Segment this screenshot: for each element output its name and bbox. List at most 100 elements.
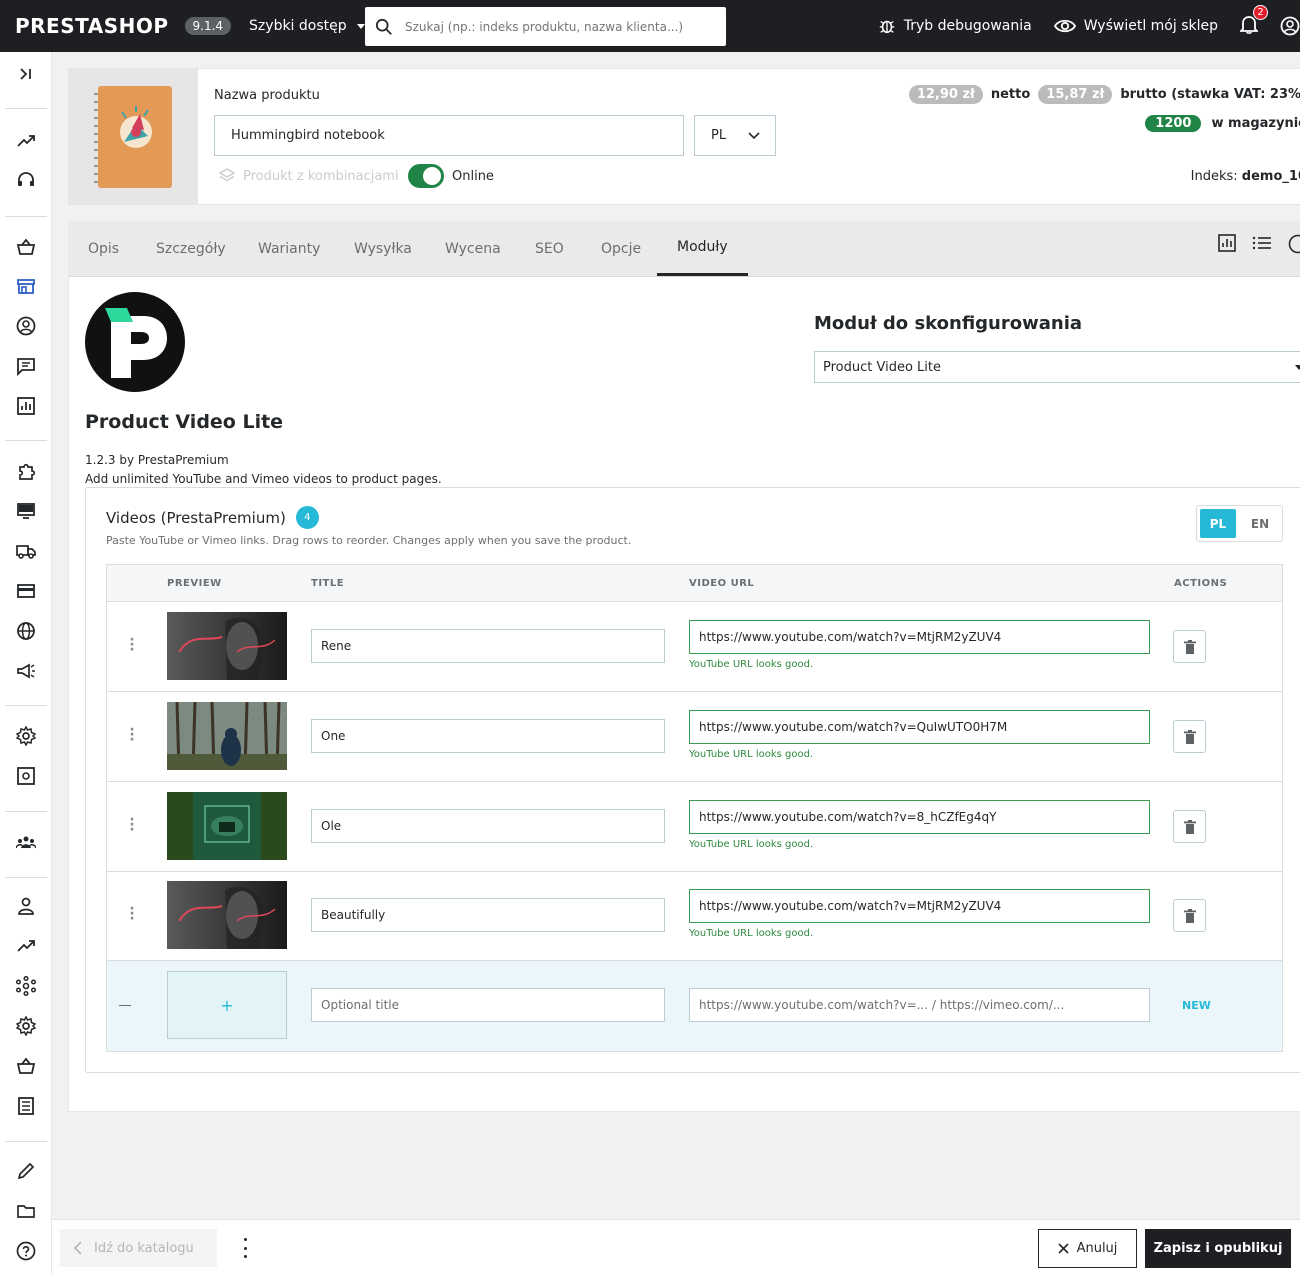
video-title-input[interactable]: One — [311, 719, 665, 753]
credit-card-icon[interactable] — [14, 579, 38, 603]
tab-wysylka[interactable]: Wysyłka — [354, 221, 412, 276]
video-url-input[interactable]: https://www.youtube.com/watch?v=MtjRM2yZ… — [689, 620, 1150, 654]
search-box[interactable] — [365, 7, 726, 46]
delete-button[interactable] — [1173, 899, 1206, 932]
delete-button[interactable] — [1173, 720, 1206, 753]
search-input[interactable] — [405, 19, 705, 34]
quick-access-menu[interactable]: Szybki dostęp — [249, 18, 365, 34]
language-select[interactable]: PL — [694, 115, 776, 156]
back-to-catalog-label: Idź do katalogu — [94, 1240, 194, 1256]
video-thumbnail[interactable] — [167, 702, 287, 770]
tab-szczegoly[interactable]: Szczegóły — [156, 221, 226, 276]
expand-sidebar-icon[interactable] — [14, 62, 38, 86]
trending-up-icon[interactable] — [14, 129, 38, 153]
view-shop-button[interactable]: Wyświetl mój sklep — [1053, 18, 1218, 34]
network-icon[interactable] — [14, 974, 38, 998]
person-icon[interactable] — [14, 894, 38, 918]
tab-opis[interactable]: Opis — [88, 221, 119, 276]
store-icon[interactable] — [14, 274, 38, 298]
video-title-input[interactable]: Beautifully — [311, 898, 665, 932]
column-url: VIDEO URL — [689, 578, 755, 589]
url-status: YouTube URL looks good. — [689, 839, 814, 850]
tab-opcje[interactable]: Opcje — [601, 221, 641, 276]
reference-label: Indeks: — [1190, 169, 1238, 184]
drag-handle-icon[interactable]: · · · — [127, 723, 137, 747]
stats-icon[interactable] — [1218, 234, 1236, 252]
search-icon — [375, 18, 392, 35]
settings-icon[interactable] — [14, 1014, 38, 1038]
configure-module-select[interactable]: Product Video Lite — [814, 351, 1300, 383]
video-thumbnail[interactable] — [167, 881, 287, 949]
product-image[interactable] — [69, 69, 198, 204]
support-icon[interactable] — [14, 169, 38, 193]
truck-icon[interactable] — [14, 539, 38, 563]
url-status: YouTube URL looks good. — [689, 659, 814, 670]
module-description: Add unlimited YouTube and Vimeo videos t… — [85, 472, 442, 486]
list-icon[interactable] — [1252, 234, 1272, 252]
video-title-input[interactable]: Rene — [311, 629, 665, 663]
advanced-settings-icon[interactable] — [14, 764, 38, 788]
back-to-catalog-button[interactable]: Idź do katalogu — [60, 1229, 217, 1267]
video-title-input[interactable]: Ole — [311, 809, 665, 843]
tab-moduly[interactable]: Moduły — [657, 221, 748, 276]
combinations-toggle[interactable]: Produkt z kombinacjami — [219, 168, 399, 184]
debug-mode-label: Tryb debugowania — [903, 18, 1032, 34]
chevron-down-icon — [356, 23, 365, 29]
cancel-button[interactable]: Anuluj — [1038, 1229, 1137, 1268]
monitor-icon[interactable] — [14, 499, 38, 523]
add-preview-button[interactable]: + — [167, 971, 287, 1039]
basket-icon[interactable] — [14, 1054, 38, 1078]
language-value: PL — [711, 128, 727, 143]
price-summary: 12,90 zł netto 15,87 zł brutto (stawka V… — [908, 85, 1300, 104]
video-thumbnail[interactable] — [167, 612, 287, 680]
online-toggle[interactable] — [408, 164, 444, 188]
delete-button[interactable] — [1173, 630, 1206, 663]
settings-icon[interactable] — [14, 724, 38, 748]
trending-up-icon[interactable] — [14, 934, 38, 958]
stock-badge: 1200 — [1145, 115, 1202, 132]
video-url-input[interactable]: https://www.youtube.com/watch?v=QuIwUTO0… — [689, 710, 1150, 744]
save-and-publish-button[interactable]: Zapisz i opublikuj — [1145, 1229, 1291, 1268]
lang-tab-pl[interactable]: PL — [1200, 509, 1236, 538]
megaphone-icon[interactable] — [14, 659, 38, 683]
tab-wycena[interactable]: Wycena — [445, 221, 501, 276]
column-preview: PREVIEW — [167, 578, 222, 589]
table-row: · · · Beautifully https://www.youtube.com/… — [107, 871, 1282, 961]
top-bar: PRESTASHOP 9.1.4 Szybki dostęp Tryb debu… — [0, 0, 1300, 52]
drag-handle-icon[interactable]: · · · — [127, 633, 137, 657]
video-url-input[interactable]: https://www.youtube.com/watch?v=MtjRM2yZ… — [689, 889, 1150, 923]
help-icon[interactable] — [1288, 234, 1300, 254]
team-icon[interactable] — [14, 830, 38, 854]
list-doc-icon[interactable] — [14, 1094, 38, 1118]
debug-mode-button[interactable]: Tryb debugowania — [878, 17, 1032, 35]
product-name-label: Nazwa produktu — [214, 88, 320, 103]
video-thumbnail[interactable] — [167, 792, 287, 860]
modules-panel: Product Video Lite 1.2.3 by PrestaPremiu… — [68, 277, 1300, 1112]
product-name-input[interactable]: Hummingbird notebook — [214, 115, 684, 156]
messages-icon[interactable] — [14, 354, 38, 378]
new-video-url-input[interactable]: https://www.youtube.com/watch?v=... / ht… — [689, 988, 1150, 1022]
video-url-input[interactable]: https://www.youtube.com/watch?v=8_hCZfEg… — [689, 800, 1150, 834]
folder-icon[interactable] — [14, 1199, 38, 1223]
tab-seo[interactable]: SEO — [535, 221, 564, 276]
delete-button[interactable] — [1173, 810, 1206, 843]
more-options-icon[interactable] — [240, 1238, 250, 1258]
help-icon[interactable] — [14, 1239, 38, 1263]
drag-handle-icon[interactable]: · · · — [127, 813, 137, 837]
new-video-title-input[interactable]: Optional title — [311, 988, 665, 1022]
stats-icon[interactable] — [14, 394, 38, 418]
lang-tab-en[interactable]: EN — [1242, 509, 1278, 538]
language-tabs: PL EN — [1196, 505, 1283, 542]
module-title: Product Video Lite — [85, 411, 284, 433]
product-header: Nazwa produktu Hummingbird notebook PL P… — [68, 68, 1300, 205]
puzzle-icon[interactable] — [14, 459, 38, 483]
tab-warianty[interactable]: Warianty — [258, 221, 320, 276]
drag-handle-icon[interactable]: · · · — [127, 902, 137, 926]
notifications-button[interactable]: 2 — [1238, 5, 1268, 38]
basket-icon[interactable] — [14, 235, 38, 259]
globe-icon[interactable] — [14, 619, 38, 643]
prestashop-logo[interactable]: PRESTASHOP — [15, 14, 169, 38]
pencil-icon[interactable] — [14, 1159, 38, 1183]
account-button[interactable] — [1280, 16, 1300, 36]
customer-icon[interactable] — [14, 314, 38, 338]
